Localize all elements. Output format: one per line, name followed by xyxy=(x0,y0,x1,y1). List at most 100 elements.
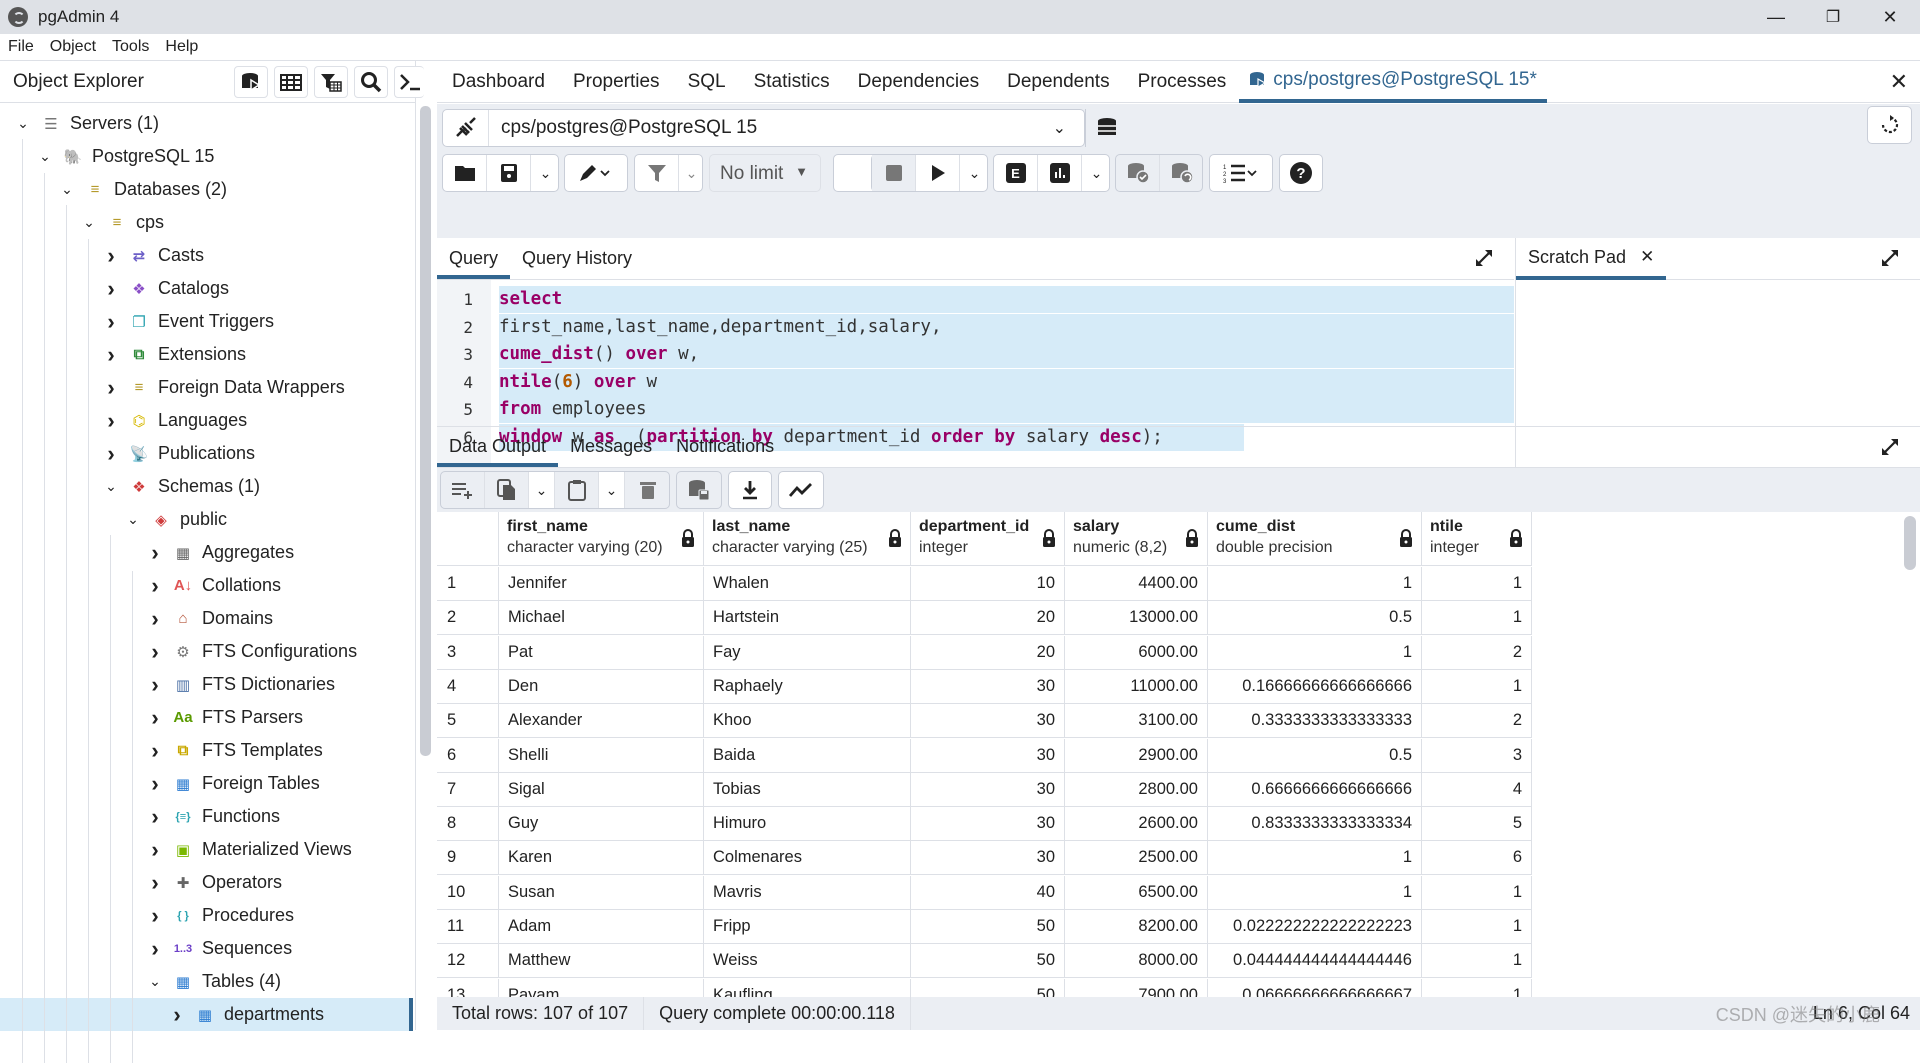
cell-first-name[interactable]: Michael xyxy=(499,601,704,636)
table-row[interactable]: 7 Sigal Tobias 30 2800.00 0.6666666666666666 4 xyxy=(437,772,1534,807)
cell-salary[interactable]: 2500.00 xyxy=(1065,841,1208,876)
tree-node-fts-dictionaries[interactable]: › ▥ FTS Dictionaries xyxy=(146,668,335,701)
chevron-right-icon[interactable]: › xyxy=(102,441,120,467)
chevron-right-icon[interactable]: › xyxy=(146,804,164,830)
tree-node-servers-1[interactable]: ⌄ ☰ Servers (1) xyxy=(14,107,159,140)
close-tab-button[interactable]: ✕ xyxy=(1890,69,1908,95)
tree-node-fts-parsers[interactable]: › Aa FTS Parsers xyxy=(146,701,303,734)
cell-last-name[interactable]: Khoo xyxy=(704,704,911,739)
column-header-first-name[interactable]: first_name character varying (20) xyxy=(499,512,704,566)
chevron-right-icon[interactable]: › xyxy=(146,639,164,665)
cell-department-id[interactable]: 50 xyxy=(911,944,1065,979)
tree-node-functions[interactable]: › {≡} Functions xyxy=(146,800,280,833)
cell-department-id[interactable]: 50 xyxy=(911,978,1065,997)
chevron-right-icon[interactable]: › xyxy=(102,375,120,401)
cell-cume-dist[interactable]: 0.022222222222222223 xyxy=(1208,910,1422,944)
tab-statistics[interactable]: Statistics xyxy=(754,71,830,93)
tree-node-cps[interactable]: ⌄ ≡ cps xyxy=(80,206,164,239)
tree-node-aggregates[interactable]: › ▦ Aggregates xyxy=(146,536,294,569)
row-number[interactable]: 5 xyxy=(437,704,499,739)
tree-node-casts[interactable]: › ⇄ Casts xyxy=(102,239,204,272)
cell-first-name[interactable]: Karen xyxy=(499,841,704,876)
tree-node-departments[interactable]: › ▦ departments xyxy=(0,998,413,1031)
tree-node-tables-4[interactable]: ⌄ ▦ Tables (4) xyxy=(146,965,281,998)
cell-department-id[interactable]: 30 xyxy=(911,841,1065,876)
expand-scratch-pad-button[interactable] xyxy=(1880,248,1900,268)
cell-salary[interactable]: 6000.00 xyxy=(1065,635,1208,670)
row-number[interactable]: 1 xyxy=(437,567,499,601)
column-header-cume-dist[interactable]: cume_dist double precision xyxy=(1208,512,1422,566)
tree-node-collations[interactable]: › A↓ Collations xyxy=(146,569,281,602)
tree-node-extensions[interactable]: › ⧉ Extensions xyxy=(102,338,246,371)
table-row[interactable]: 10 Susan Mavris 40 6500.00 1 1 xyxy=(437,875,1534,910)
chevron-right-icon[interactable]: › xyxy=(146,738,164,764)
cell-ntile[interactable]: 1 xyxy=(1422,944,1532,979)
connection-selector[interactable]: cps/postgres@PostgreSQL 15 ⌄ xyxy=(442,109,1085,147)
column-header-salary[interactable]: salary numeric (8,2) xyxy=(1065,512,1208,566)
chevron-right-icon[interactable]: › xyxy=(146,540,164,566)
table-row[interactable]: 1 Jennifer Whalen 10 4400.00 1 1 xyxy=(437,567,1534,601)
open-file-button[interactable] xyxy=(443,155,487,191)
cell-last-name[interactable]: Colmenares xyxy=(704,841,911,876)
tree-node-languages[interactable]: › ⌬ Languages xyxy=(102,404,247,437)
tab-dependents[interactable]: Dependents xyxy=(1007,71,1109,93)
cell-salary[interactable]: 2900.00 xyxy=(1065,738,1208,773)
cell-ntile[interactable]: 1 xyxy=(1422,875,1532,910)
table-row[interactable]: 5 Alexander Khoo 30 3100.00 0.333333333333333… xyxy=(437,704,1534,739)
chevron-right-icon[interactable]: › xyxy=(146,672,164,698)
tab-sql[interactable]: SQL xyxy=(688,71,726,93)
column-header-last-name[interactable]: last_name character varying (25) xyxy=(704,512,911,566)
cell-department-id[interactable]: 20 xyxy=(911,601,1065,636)
tab-processes[interactable]: Processes xyxy=(1138,71,1227,93)
cell-salary[interactable]: 13000.00 xyxy=(1065,601,1208,636)
delete-row-button[interactable] xyxy=(625,472,671,508)
tree-node-foreign-data-wrappers[interactable]: › ≡ Foreign Data Wrappers xyxy=(102,371,344,404)
cell-department-id[interactable]: 30 xyxy=(911,669,1065,704)
cell-salary[interactable]: 11000.00 xyxy=(1065,669,1208,704)
cell-department-id[interactable]: 20 xyxy=(911,635,1065,670)
cell-cume-dist[interactable]: 0.5 xyxy=(1208,601,1422,636)
cell-ntile[interactable]: 5 xyxy=(1422,807,1532,842)
tab-query-history[interactable]: Query History xyxy=(510,237,644,279)
chevron-right-icon[interactable]: › xyxy=(146,903,164,929)
chevron-right-icon[interactable]: › xyxy=(146,870,164,896)
cell-last-name[interactable]: Hartstein xyxy=(704,601,911,636)
menu-help[interactable]: Help xyxy=(165,38,198,56)
cell-last-name[interactable]: Baida xyxy=(704,738,911,773)
close-scratch-pad-button[interactable]: ✕ xyxy=(1640,247,1654,267)
cell-first-name[interactable]: Sigal xyxy=(499,772,704,807)
tree-node-catalogs[interactable]: › ❖ Catalogs xyxy=(102,272,229,305)
cell-first-name[interactable]: Pat xyxy=(499,635,704,670)
filter-button[interactable] xyxy=(635,155,679,191)
tab-data-output[interactable]: Data Output xyxy=(437,425,559,467)
table-row[interactable]: 8 Guy Himuro 30 2600.00 0.8333333333333334 5 xyxy=(437,807,1534,842)
cell-last-name[interactable]: Himuro xyxy=(704,807,911,842)
filtered-rows-button[interactable] xyxy=(314,66,348,98)
chevron-right-icon[interactable]: › xyxy=(102,243,120,269)
menu-tools[interactable]: Tools xyxy=(112,38,149,56)
tree-node-materialized-views[interactable]: › ▣ Materialized Views xyxy=(146,833,351,866)
row-limit-select[interactable]: No limit ▼ xyxy=(709,154,821,192)
tree-node-event-triggers[interactable]: › ❐ Event Triggers xyxy=(102,305,274,338)
tree-node-postgresql-15[interactable]: ⌄ 🐘 PostgreSQL 15 xyxy=(36,140,214,173)
paste-options-dropdown[interactable]: ⌄ xyxy=(599,472,625,508)
row-number-header[interactable] xyxy=(437,512,499,566)
tab-notifications[interactable]: Notifications xyxy=(664,425,786,467)
execute-button[interactable] xyxy=(916,155,960,191)
table-row[interactable]: 2 Michael Hartstein 20 13000.00 0.5 1 xyxy=(437,601,1534,636)
row-number[interactable]: 8 xyxy=(437,807,499,842)
cell-ntile[interactable]: 2 xyxy=(1422,635,1532,670)
row-number[interactable]: 10 xyxy=(437,875,499,910)
chevron-down-icon[interactable]: ⌄ xyxy=(36,148,54,165)
row-number[interactable]: 12 xyxy=(437,944,499,979)
tab-dependencies[interactable]: Dependencies xyxy=(858,71,979,93)
row-number[interactable]: 2 xyxy=(437,601,499,636)
code-line[interactable]: ntile(6) over w xyxy=(499,368,1514,396)
cell-ntile[interactable]: 4 xyxy=(1422,772,1532,807)
search-objects-button[interactable] xyxy=(354,66,388,98)
cell-ntile[interactable]: 6 xyxy=(1422,841,1532,876)
tree-node-databases-2[interactable]: ⌄ ≡ Databases (2) xyxy=(58,173,227,206)
code-line[interactable]: first_name,last_name,department_id,salar… xyxy=(499,313,1514,341)
row-number[interactable]: 6 xyxy=(437,738,499,773)
tree-node-foreign-tables[interactable]: › ▦ Foreign Tables xyxy=(146,767,319,800)
